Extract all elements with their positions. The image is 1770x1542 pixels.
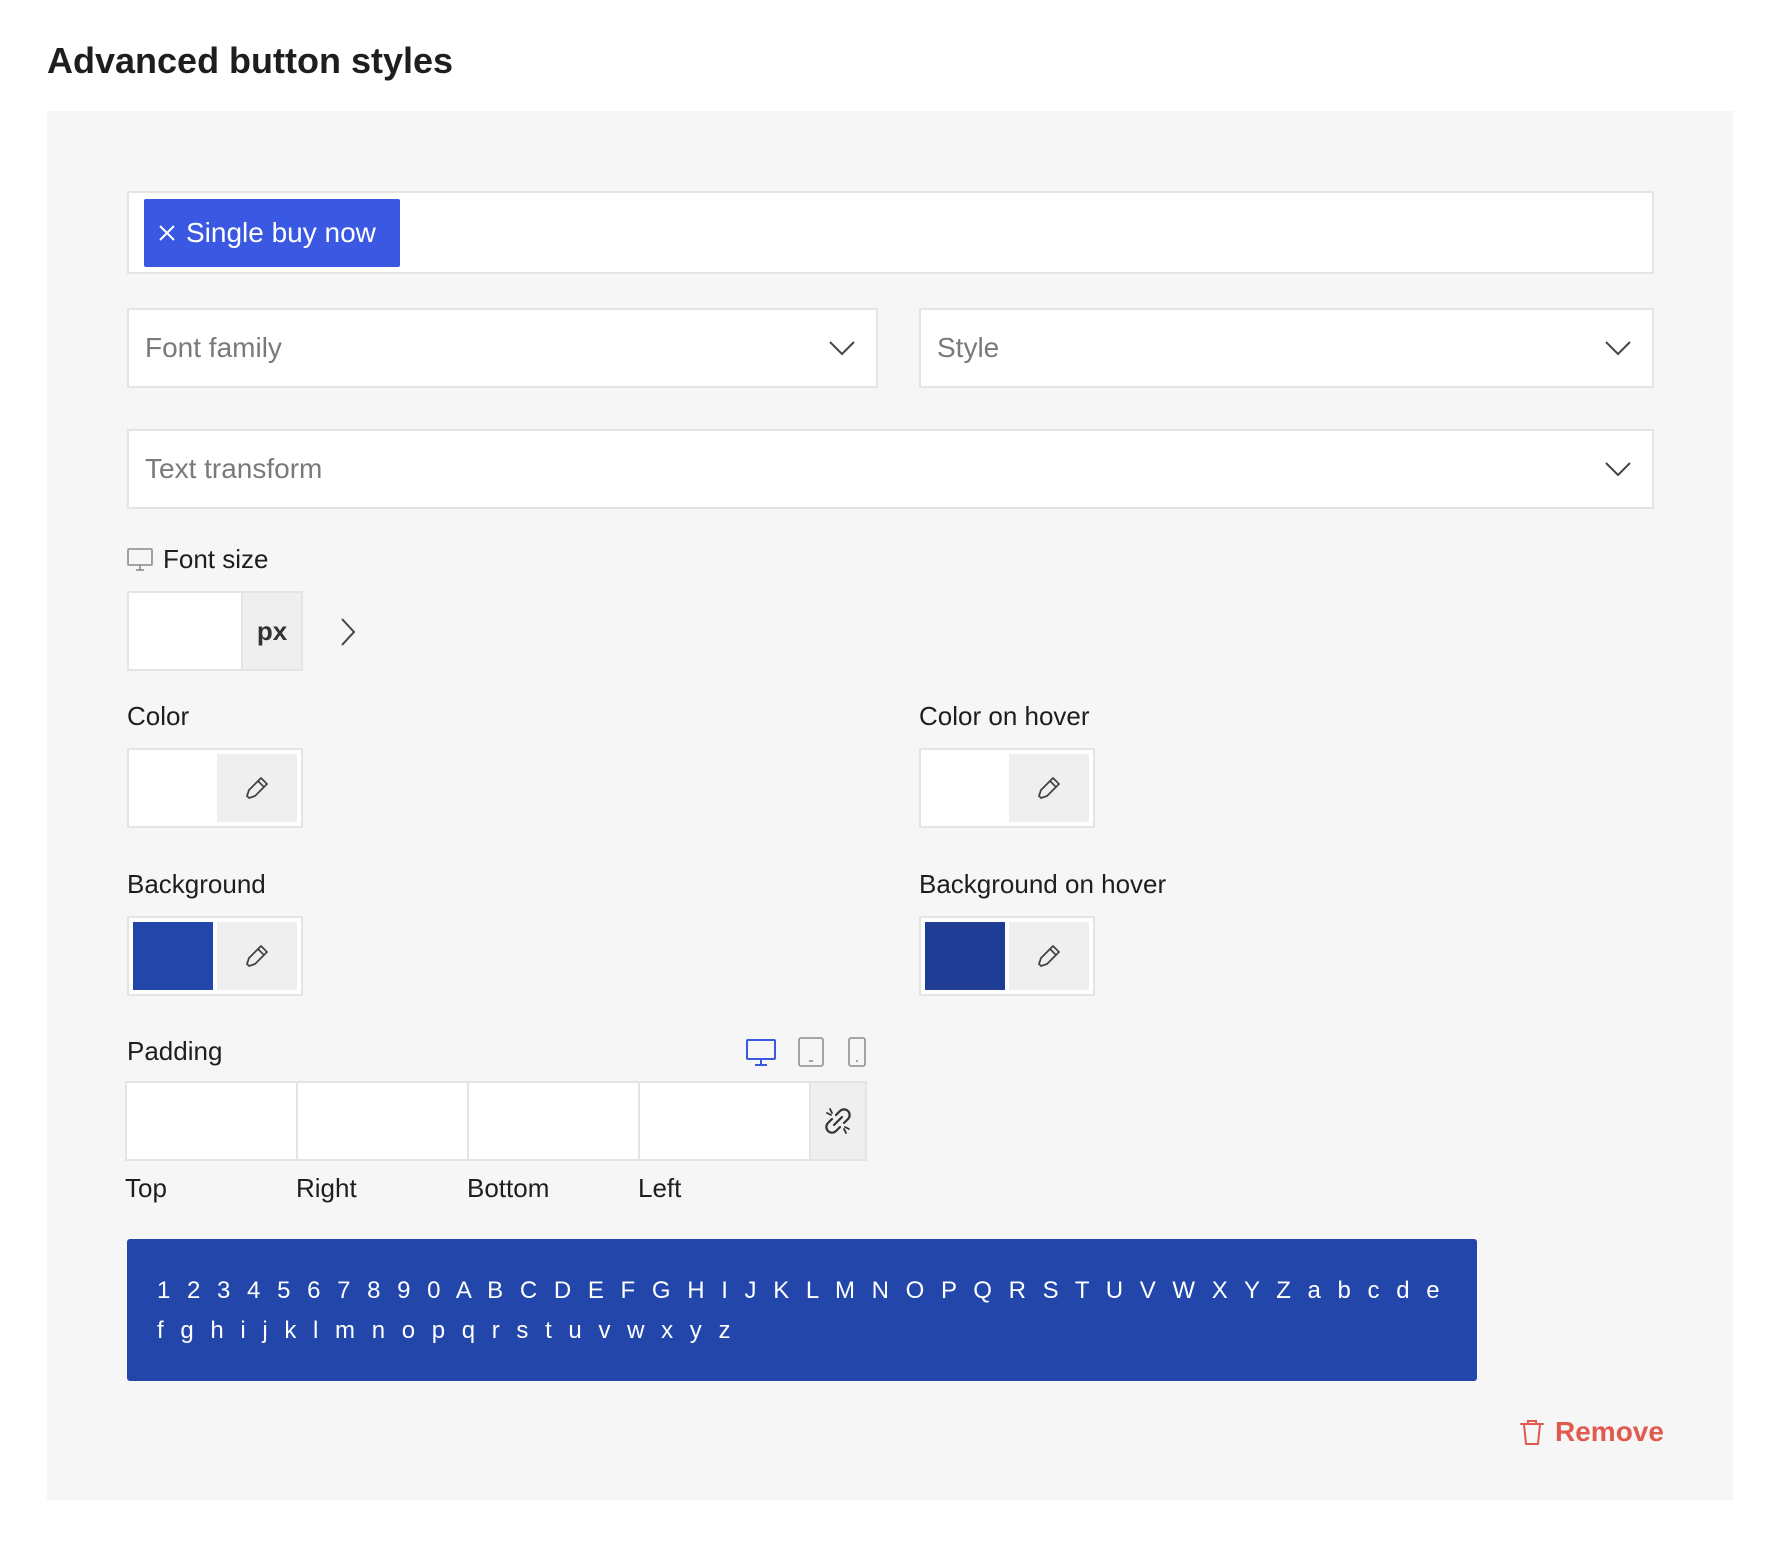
font-size-label: Font size <box>163 544 269 574</box>
color-control[interactable] <box>127 748 303 828</box>
background-hover-picker-button[interactable] <box>1009 922 1089 990</box>
font-family-select[interactable]: Font family <box>127 308 878 388</box>
eyedropper-icon <box>246 945 268 967</box>
eyedropper-icon <box>246 777 268 799</box>
background-picker-button[interactable] <box>217 922 297 990</box>
settings-panel: Single buy now Font family Style Text tr… <box>47 111 1733 1500</box>
color-hover-picker-button[interactable] <box>1009 754 1089 822</box>
font-size-input[interactable]: px <box>127 591 303 671</box>
chevron-down-icon <box>1605 462 1631 477</box>
button-preview: 1 2 3 4 5 6 7 8 9 0 A B C D E F G H I J … <box>127 1239 1477 1381</box>
text-transform-placeholder: Text transform <box>145 453 323 484</box>
eyedropper-icon <box>1038 777 1060 799</box>
background-hover-swatch[interactable] <box>925 922 1005 990</box>
remove-label: Remove <box>1555 1416 1664 1447</box>
mobile-icon[interactable] <box>847 1036 867 1068</box>
trash-icon <box>1520 1420 1544 1445</box>
padding-left-caption: Left <box>638 1173 682 1203</box>
font-size-value[interactable] <box>129 593 241 669</box>
padding-bottom-input[interactable] <box>469 1083 640 1159</box>
style-select[interactable]: Style <box>919 308 1654 388</box>
text-transform-select[interactable]: Text transform <box>127 429 1654 509</box>
background-control[interactable] <box>127 916 303 996</box>
padding-inputs <box>125 1081 867 1161</box>
desktop-icon[interactable] <box>127 548 153 572</box>
background-hover-label: Background on hover <box>919 869 1167 899</box>
padding-left-input[interactable] <box>640 1083 811 1159</box>
background-label: Background <box>127 869 266 899</box>
color-hover-swatch[interactable] <box>925 754 1005 822</box>
unlink-values-button[interactable] <box>811 1083 865 1159</box>
eyedropper-icon <box>1038 945 1060 967</box>
close-icon[interactable] <box>158 224 176 242</box>
padding-right-input[interactable] <box>298 1083 469 1159</box>
remove-button[interactable]: Remove <box>1519 1416 1664 1448</box>
chevron-down-icon <box>829 341 855 356</box>
font-size-unit[interactable]: px <box>241 593 301 669</box>
color-hover-label: Color on hover <box>919 701 1090 731</box>
tablet-icon[interactable] <box>797 1036 825 1068</box>
padding-right-caption: Right <box>296 1173 357 1203</box>
padding-top-input[interactable] <box>127 1083 298 1159</box>
selected-button-chip[interactable]: Single buy now <box>144 199 400 267</box>
background-hover-control[interactable] <box>919 916 1095 996</box>
unlink-icon <box>825 1108 851 1134</box>
color-swatch[interactable] <box>133 754 213 822</box>
chevron-down-icon <box>1605 341 1631 356</box>
color-hover-control[interactable] <box>919 748 1095 828</box>
padding-top-caption: Top <box>125 1173 167 1203</box>
page-title: Advanced button styles <box>47 40 454 81</box>
style-placeholder: Style <box>937 332 1000 363</box>
color-label: Color <box>127 701 190 731</box>
button-selector-field[interactable]: Single buy now <box>127 191 1654 274</box>
desktop-icon[interactable] <box>745 1038 777 1068</box>
font-family-placeholder: Font family <box>145 332 282 363</box>
chip-label: Single buy now <box>186 217 376 248</box>
padding-label: Padding <box>127 1036 223 1066</box>
color-picker-button[interactable] <box>217 754 297 822</box>
padding-bottom-caption: Bottom <box>467 1173 550 1203</box>
chevron-right-icon[interactable] <box>339 617 357 647</box>
background-swatch[interactable] <box>133 922 213 990</box>
